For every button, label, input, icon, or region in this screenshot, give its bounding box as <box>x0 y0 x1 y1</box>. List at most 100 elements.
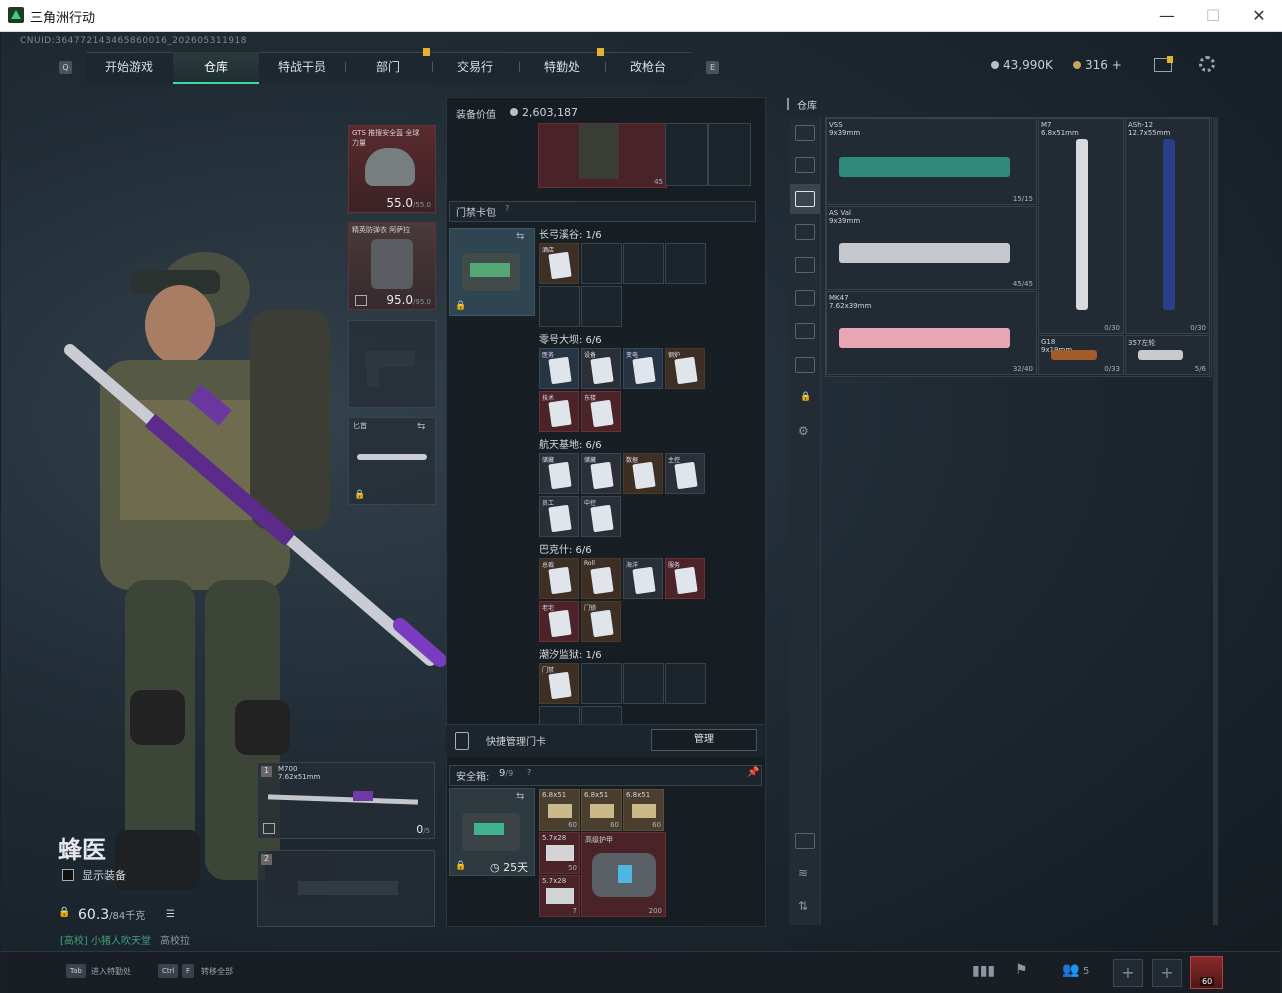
keycard-item[interactable]: 酒店 <box>539 243 579 284</box>
show-gear-checkbox[interactable] <box>62 869 74 881</box>
keycard-empty-slot[interactable] <box>581 286 622 327</box>
ammo-item[interactable]: 6.8x51 60 <box>539 789 580 831</box>
nav-prev-key[interactable]: Q <box>59 61 72 74</box>
keycard-item[interactable]: 设备 <box>581 348 621 389</box>
tab-gunsmith[interactable]: 改枪台 <box>605 52 691 82</box>
tab-department[interactable]: 部门 <box>345 52 431 82</box>
minimize-button[interactable]: — <box>1144 0 1190 31</box>
warehouse-sort-icon[interactable]: ⇅ <box>798 899 808 913</box>
tab-warehouse[interactable]: 仓库 <box>173 52 259 84</box>
keycard-item[interactable]: 东楼 <box>581 391 621 432</box>
ammo-item[interactable]: 6.8x51 60 <box>581 789 622 831</box>
tab-operators[interactable]: 特战干员 <box>259 52 345 82</box>
keycard-item[interactable]: 中控 <box>581 496 621 537</box>
invite-slot-button[interactable]: + <box>1152 959 1182 987</box>
keycard-empty-slot[interactable] <box>581 243 622 284</box>
keycard-item[interactable]: 门锁 <box>581 601 621 642</box>
warehouse-weapon-item[interactable]: G189x19mm0/33 <box>1038 335 1124 375</box>
ammo-item[interactable]: 5.7x28 7 <box>539 875 580 917</box>
keycard-item[interactable]: 主控 <box>665 453 705 494</box>
pistol-slot[interactable] <box>348 320 436 408</box>
backpack-cell[interactable] <box>665 123 708 186</box>
flag-icon[interactable]: ⚑ <box>1015 962 1028 978</box>
invite-slot-button[interactable]: + <box>1113 959 1143 987</box>
warehouse-tab-icon[interactable] <box>795 224 815 240</box>
warehouse-settings-icon[interactable]: ⚙ <box>798 424 809 438</box>
warehouse-lock-icon[interactable]: 🔒 <box>800 392 811 402</box>
armor-slot[interactable]: 精英防弹衣 阿萨拉 95.0/95.0 <box>348 222 436 310</box>
warehouse-weapon-item[interactable]: AS Val 9x39mm 45/45 <box>826 206 1037 290</box>
hint-transfer-all[interactable]: 转移全部 <box>201 966 233 977</box>
warehouse-tab-weapons-icon[interactable] <box>795 191 815 207</box>
swap-icon[interactable]: ⇆ <box>516 231 524 242</box>
keycard-tag: 数据 <box>626 457 639 464</box>
backpack-cell[interactable] <box>708 123 751 186</box>
hint-enter-special-ops[interactable]: 进入特勤处 <box>91 966 131 977</box>
tab-trading[interactable]: 交易行 <box>432 52 518 82</box>
nav-divider <box>432 62 433 72</box>
keycard-item[interactable]: Roll <box>581 558 621 599</box>
warehouse-expand-icon[interactable] <box>795 833 815 849</box>
warehouse-weapon-item[interactable]: MK47 7.62x39mm 32/40 <box>826 291 1037 375</box>
weight-list-icon[interactable]: ☰ <box>166 909 175 920</box>
keycard-empty-slot[interactable] <box>623 663 664 704</box>
helmet-slot[interactable]: GTS 推搜安全盔 全球力量 55.0/55.0 <box>348 125 436 213</box>
warehouse-weapon-item[interactable]: ASh-12 12.7x55mm 0/30 <box>1125 118 1210 334</box>
help-icon[interactable]: ? <box>505 204 509 213</box>
manage-button[interactable]: 管理 <box>651 729 757 751</box>
keycard-empty-slot[interactable] <box>665 243 706 284</box>
primary-weapon-slot[interactable]: 1 M700 7.62x51mm 0/5 <box>257 762 435 839</box>
stats-chart-icon[interactable]: ▮▮▮ <box>972 963 995 979</box>
warehouse-weapon-item[interactable]: M7 6.8x51mm 0/30 <box>1038 118 1124 334</box>
keycard-item[interactable]: 医务 <box>539 348 579 389</box>
safebox-slot[interactable]: ⇆ 🔒 ◷ 25天 <box>449 788 535 876</box>
keycard-item[interactable]: 服务 <box>665 558 705 599</box>
keycard-item[interactable]: 总裁 <box>539 558 579 599</box>
keycard-item[interactable]: 储藏 <box>581 453 621 494</box>
pin-icon[interactable]: 📌 <box>747 767 759 778</box>
swap-icon[interactable]: ⇆ <box>417 421 425 432</box>
armor-plate-item[interactable]: 高级护甲 200 <box>581 832 666 917</box>
nav-next-key[interactable]: E <box>706 61 719 74</box>
keycard-item[interactable]: 储藏 <box>539 453 579 494</box>
keycard-empty-slot[interactable] <box>665 663 706 704</box>
user-uid: CNUID:364772143465860016_202605311918 <box>20 36 248 46</box>
keycard-case-slot[interactable]: ⇆ 🔒 <box>449 228 535 316</box>
tab-special-ops[interactable]: 特勤处 <box>519 52 605 82</box>
settings-gear-icon[interactable] <box>1199 56 1215 72</box>
keycard-empty-slot[interactable] <box>539 286 580 327</box>
warehouse-scrollbar[interactable] <box>1213 117 1218 925</box>
warehouse-tab-icon[interactable] <box>795 257 815 273</box>
keycard-item[interactable]: 数据 <box>623 453 663 494</box>
ammo-item[interactable]: 5.7x28 50 <box>539 832 580 874</box>
friends-icon[interactable]: 👥 <box>1062 962 1079 978</box>
pants-item[interactable]: 45 <box>538 123 667 188</box>
secondary-weapon-slot[interactable]: 2 <box>257 850 435 927</box>
keycard-item[interactable]: 钢炉 <box>665 348 705 389</box>
close-button[interactable]: ✕ <box>1236 0 1282 31</box>
keycard-item[interactable]: 海洋 <box>623 558 663 599</box>
keycard-item[interactable]: 变电 <box>623 348 663 389</box>
keycard-item[interactable]: 老宅 <box>539 601 579 642</box>
maximize-button[interactable]: ☐ <box>1190 0 1236 31</box>
keycard-empty-slot[interactable] <box>623 243 664 284</box>
warehouse-layers-icon[interactable]: ≋ <box>798 866 808 880</box>
keycard-item[interactable]: 员工 <box>539 496 579 537</box>
warehouse-tab-all-icon[interactable] <box>795 125 815 141</box>
warehouse-weapon-item[interactable]: VSS 9x39mm 15/15 <box>826 118 1037 205</box>
keycard-item[interactable]: 门禁 <box>539 663 579 704</box>
warehouse-tab-icon[interactable] <box>795 157 815 173</box>
keycard-item[interactable]: 技术 <box>539 391 579 432</box>
gold-add-button[interactable]: + <box>1112 58 1122 72</box>
warehouse-tab-icon[interactable] <box>795 323 815 339</box>
warehouse-tab-icon[interactable] <box>795 357 815 373</box>
warehouse-weapon-item[interactable]: 357左轮 5/6 <box>1125 335 1210 375</box>
melee-slot[interactable]: 匕首 ⇆ 🔒 <box>348 417 436 505</box>
keycard-empty-slot[interactable] <box>581 663 622 704</box>
help-icon[interactable]: ? <box>527 768 531 777</box>
warehouse-tab-icon[interactable] <box>795 290 815 306</box>
swap-icon[interactable]: ⇆ <box>516 791 524 802</box>
keycard-icon <box>548 399 572 428</box>
ammo-item[interactable]: 6.8x51 60 <box>623 789 664 831</box>
tab-start-game[interactable]: 开始游戏 <box>86 52 172 82</box>
